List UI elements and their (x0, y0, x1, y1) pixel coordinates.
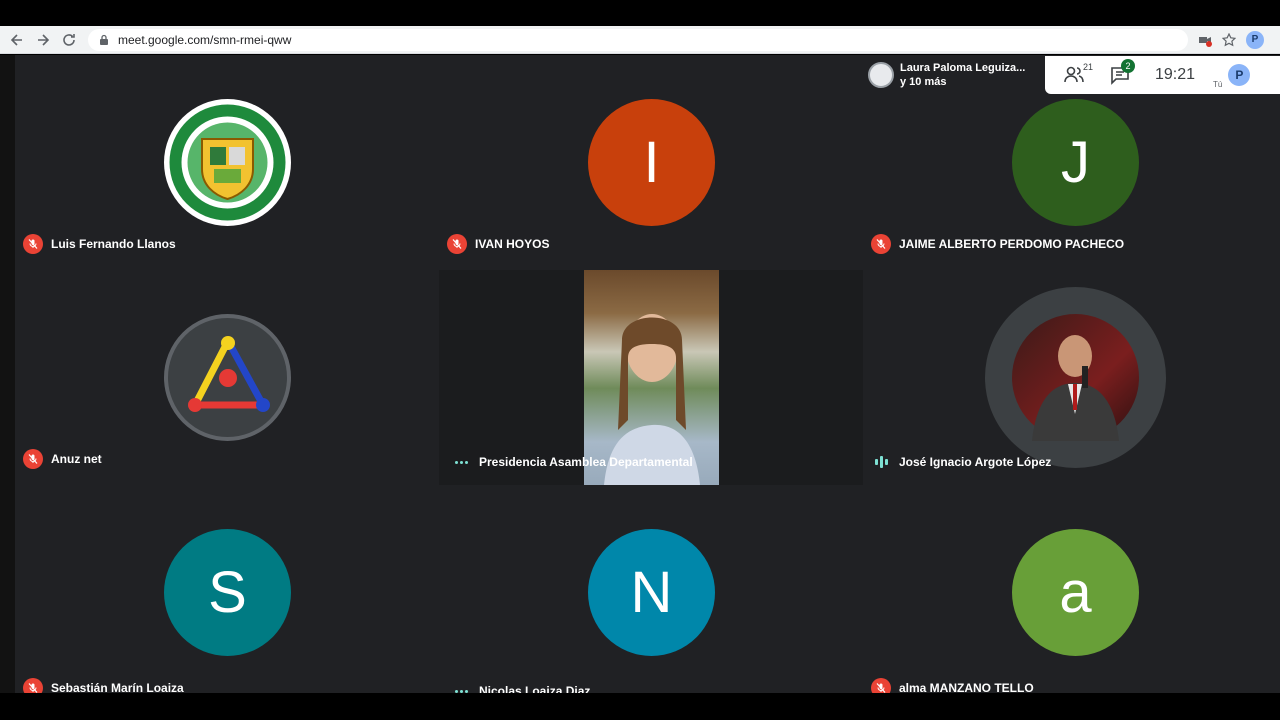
arrow-right-icon (38, 33, 50, 46)
participant-name-row: José Ignacio Argote López (871, 455, 1051, 469)
meet-grid: Luis Fernando Llanos I IVAN HOYOS J JAIM… (0, 55, 1280, 698)
network-logo-icon (187, 335, 270, 412)
avatar-initial: S (208, 560, 247, 625)
presenter-avatar (868, 62, 894, 88)
participant-name-row: IVAN HOYOS (447, 234, 549, 254)
participant-name: IVAN HOYOS (475, 237, 550, 251)
people-icon (1064, 66, 1084, 83)
you-label: Tú (1213, 79, 1223, 89)
top-black-bar (0, 0, 1280, 26)
address-bar[interactable]: meet.google.com/smn-rmei-qww (88, 28, 1188, 51)
left-edge (0, 55, 15, 693)
presenter-info[interactable]: Laura Paloma Leguiza... y 10 más (862, 56, 1045, 94)
avatar-initial: J (1061, 130, 1090, 195)
presenter-others: y 10 más (900, 76, 947, 88)
participant-tile[interactable]: Anuz net (15, 270, 439, 485)
bottom-black-bar (0, 693, 1280, 720)
participant-name: Presidencia Asamblea Departamental (479, 455, 693, 469)
participant-name-row: Anuz net (23, 449, 102, 469)
browser-toolbar: meet.google.com/smn-rmei-qww P (0, 26, 1280, 54)
participant-tile[interactable]: José Ignacio Argote López (863, 270, 1280, 485)
avatar: N (588, 529, 715, 656)
meeting-clock: 19:21 (1155, 66, 1196, 83)
chat-button[interactable]: 2 (1109, 59, 1135, 86)
participant-tile[interactable]: S Sebastián Marín Loaiza (15, 485, 439, 700)
reload-icon (63, 33, 75, 46)
audio-wave-icon (871, 456, 891, 468)
participant-tile[interactable]: Luis Fernando Llanos (15, 55, 439, 270)
participant-name-row: Luis Fernando Llanos (23, 234, 176, 254)
browser-profile-avatar[interactable]: P (1246, 30, 1264, 49)
participant-tile[interactable]: I IVAN HOYOS (439, 55, 863, 270)
avatar: a (1012, 529, 1139, 656)
avatar-initial: N (630, 560, 673, 625)
participant-name: Anuz net (51, 452, 102, 466)
star-icon[interactable] (1222, 32, 1236, 47)
avatar-initial: a (1059, 560, 1092, 625)
lock-icon (100, 34, 108, 45)
participant-name: Luis Fernando Llanos (51, 237, 176, 251)
mic-off-icon (871, 234, 891, 254)
participants-button[interactable]: 21 (1063, 62, 1093, 86)
participant-name: JAIME ALBERTO PERDOMO PACHECO (899, 237, 1125, 251)
municipal-emblem-icon (169, 104, 286, 221)
avatar: I (588, 99, 715, 226)
meeting-controls: 21 2 19:21 Tú P (1045, 56, 1280, 94)
meeting-header: Laura Paloma Leguiza... y 10 más 21 2 19… (862, 56, 1280, 94)
url-text: meet.google.com/smn-rmei-qww (118, 32, 292, 47)
participant-tile-video[interactable]: Presidencia Asamblea Departamental (439, 270, 863, 485)
mic-off-icon (23, 449, 43, 469)
more-dots-icon (451, 460, 471, 464)
person-photo-icon (1032, 335, 1119, 441)
mic-off-icon (447, 234, 467, 254)
forward-button[interactable] (30, 27, 56, 53)
avatar (164, 99, 291, 226)
reload-button[interactable] (56, 27, 82, 53)
avatar (1012, 314, 1139, 441)
participant-tile[interactable]: a alma MANZANO TELLO (863, 485, 1280, 700)
participant-name: José Ignacio Argote López (899, 455, 1052, 469)
chat-badge: 2 (1121, 59, 1135, 73)
presenter-name: Laura Paloma Leguiza... (900, 62, 1026, 74)
participant-name-row: Presidencia Asamblea Departamental (451, 455, 693, 469)
arrow-left-icon (10, 33, 22, 46)
self-avatar[interactable]: P (1228, 64, 1251, 86)
back-button[interactable] (4, 27, 30, 53)
camera-blocked-icon[interactable] (1198, 33, 1212, 47)
avatar: S (164, 529, 291, 656)
avatar-initial: I (643, 130, 660, 195)
avatar (164, 314, 291, 441)
participant-tile[interactable]: N Nicolas Loaiza Diaz (439, 485, 863, 700)
person-silhouette-icon (604, 314, 700, 485)
avatar: J (1012, 99, 1139, 226)
mic-off-icon (23, 234, 43, 254)
participant-name-row: JAIME ALBERTO PERDOMO PACHECO (871, 234, 1124, 254)
video-feed (584, 270, 719, 485)
participants-count: 21 (1083, 62, 1094, 72)
